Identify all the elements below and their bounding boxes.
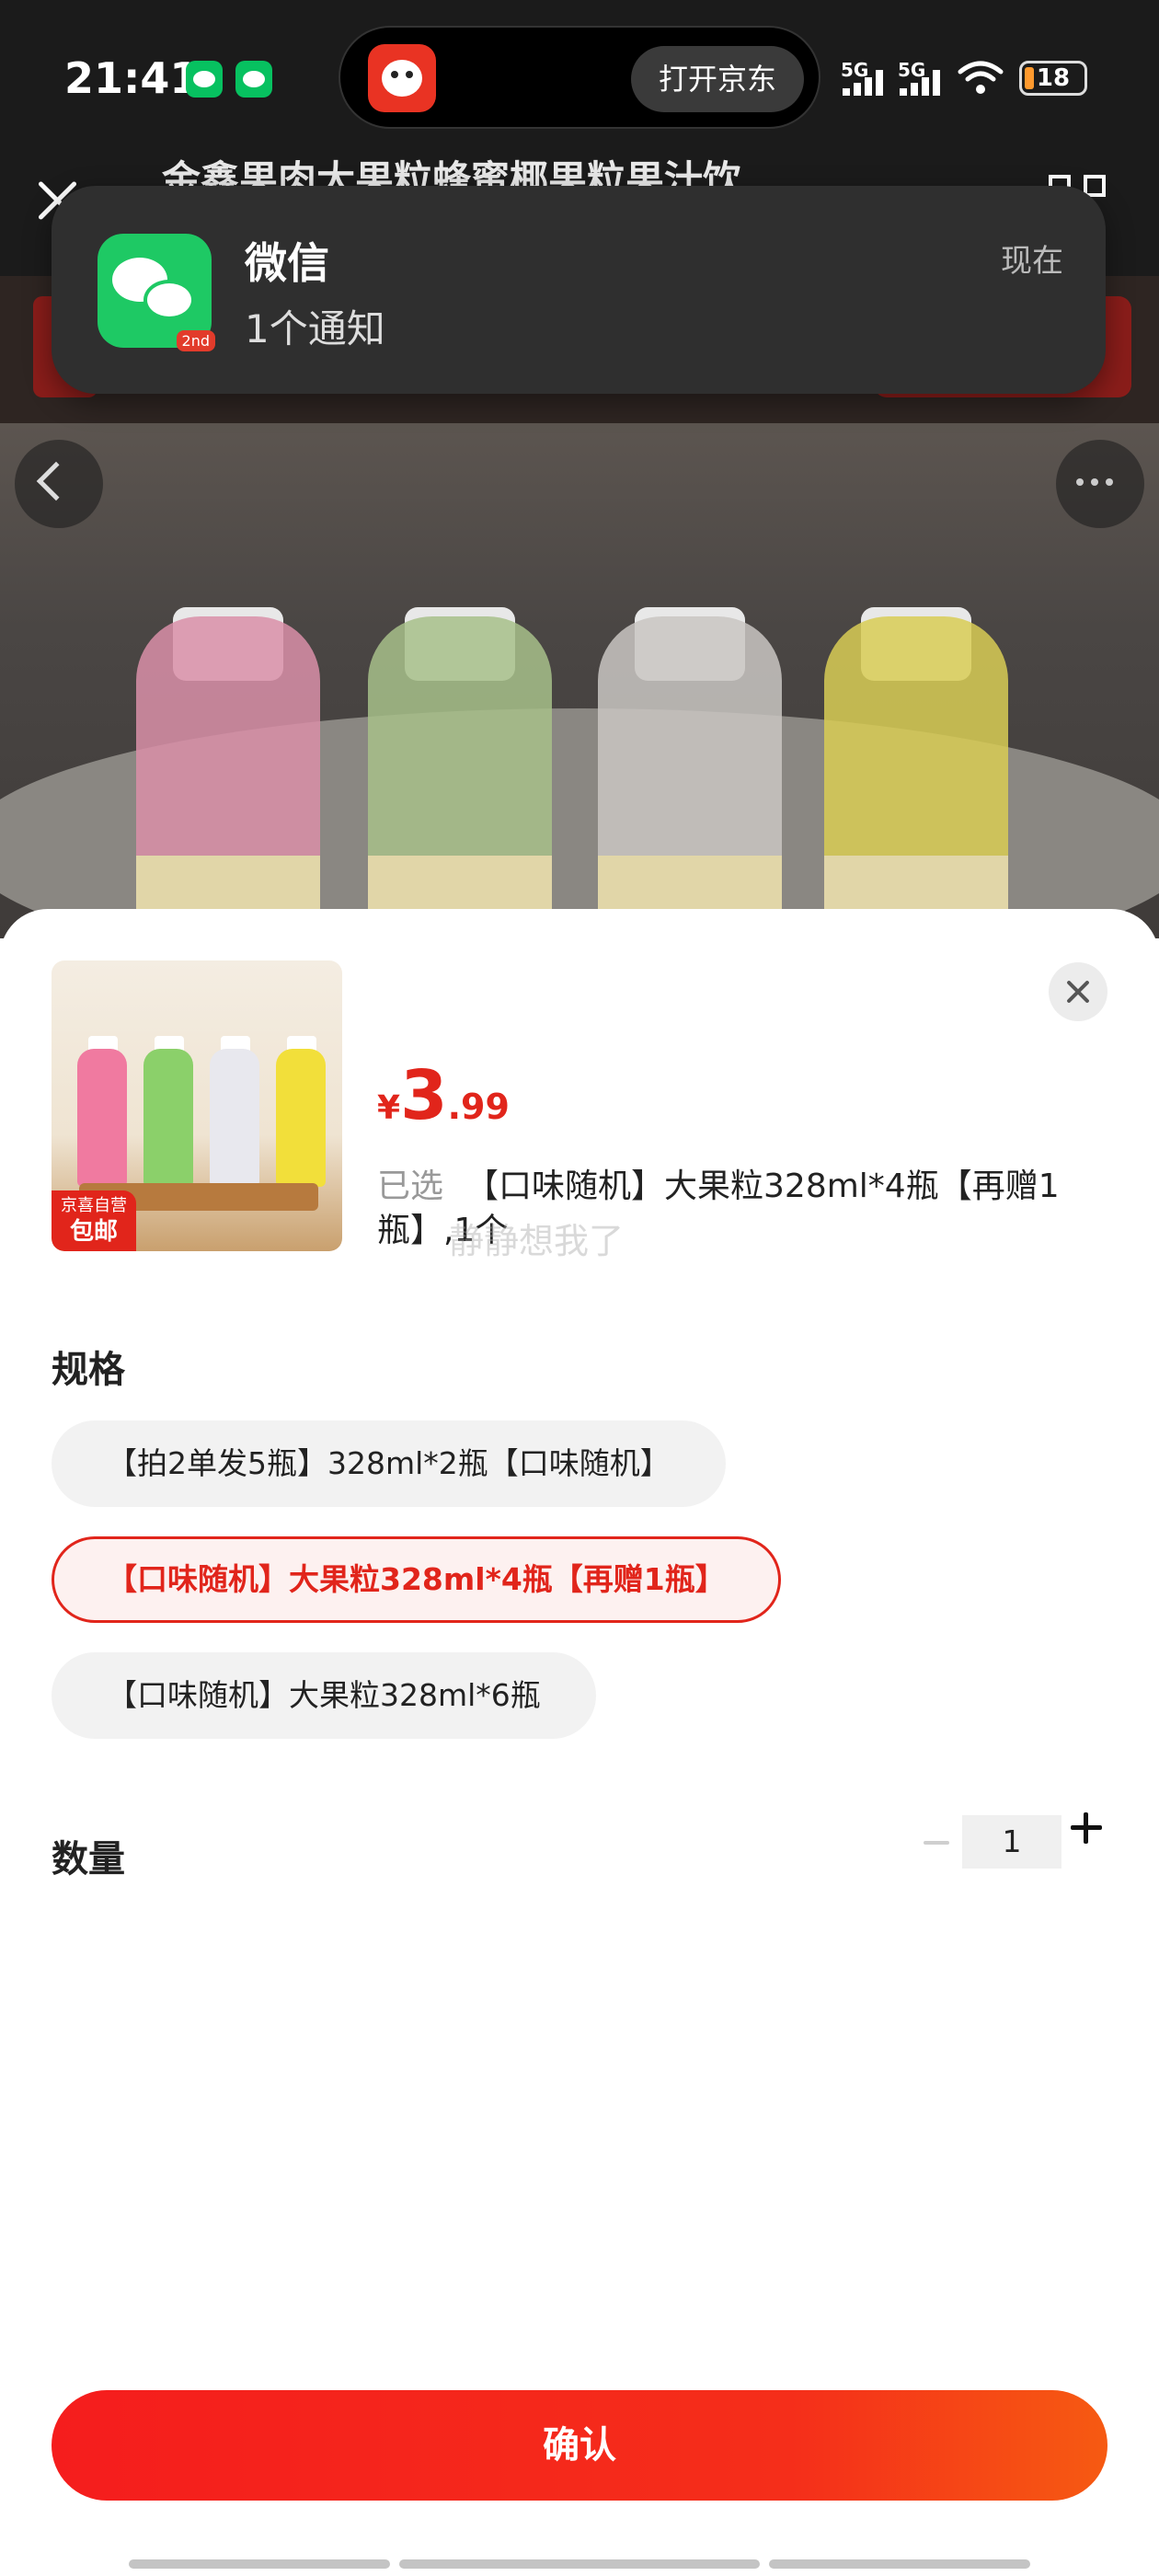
spec-option-3[interactable]: 【口味随机】大果粒328ml*6瓶 (52, 1652, 596, 1739)
product-hero-image (0, 423, 1159, 938)
quantity-minus-button[interactable] (924, 1841, 949, 1845)
jd-app-icon (368, 44, 436, 112)
more-dots-icon (1076, 478, 1113, 486)
spec-option-1[interactable]: 【拍2单发5瓶】328ml*2瓶【口味随机】 (52, 1420, 726, 1507)
selected-prefix: 已选 (377, 1167, 444, 1205)
spec-selection-sheet: 京喜自营 包邮 ¥3.99 已选 【口味随机】大果粒328ml*4瓶【再赠1瓶】,… (0, 909, 1159, 2576)
wechat-notification-banner[interactable]: 2nd 微信 1个通知 现在 (52, 186, 1106, 394)
dynamic-island[interactable]: 打开京东 (339, 26, 820, 129)
wechat-badge: 2nd (176, 330, 215, 351)
wifi-icon (958, 61, 1004, 94)
spec-option-2-selected[interactable]: 【口味随机】大果粒328ml*4瓶【再赠1瓶】 (52, 1536, 781, 1623)
wechat-status-icon-2 (235, 61, 272, 98)
notification-message: 1个通知 (245, 306, 385, 351)
product-price: ¥3.99 (377, 1056, 510, 1135)
price-currency: ¥ (377, 1089, 401, 1127)
watermark-text: 静静想我了 (449, 1221, 625, 1261)
open-jd-button[interactable]: 打开京东 (630, 46, 804, 112)
self-operated-badge: 京喜自营 包邮 (52, 1190, 136, 1251)
quantity-input[interactable]: 1 (962, 1815, 1061, 1869)
quantity-plus-button[interactable] (1071, 1812, 1102, 1844)
battery-indicator: 18 (1019, 61, 1087, 96)
price-decimal: .99 (447, 1087, 510, 1127)
signal-bars-icon (843, 68, 883, 96)
notification-time: 现在 (1001, 243, 1063, 280)
status-time: 21:41 (64, 53, 200, 103)
confirm-button[interactable]: 确认 (52, 2390, 1107, 2501)
wechat-app-icon: 2nd (98, 234, 215, 351)
product-thumbnail: 京喜自营 包邮 (52, 960, 342, 1251)
nav-indicator-2 (399, 2559, 760, 2569)
notification-app-name: 微信 (245, 238, 329, 288)
signal-bars-icon-2 (900, 68, 940, 96)
nav-indicator-1 (129, 2559, 390, 2569)
quantity-title: 数量 (52, 1838, 125, 1880)
sheet-close-icon[interactable] (1049, 962, 1107, 1021)
spec-title: 规格 (52, 1349, 125, 1391)
price-integer: 3 (400, 1056, 448, 1135)
wechat-status-icon (186, 61, 223, 98)
nav-indicator-3 (769, 2559, 1030, 2569)
